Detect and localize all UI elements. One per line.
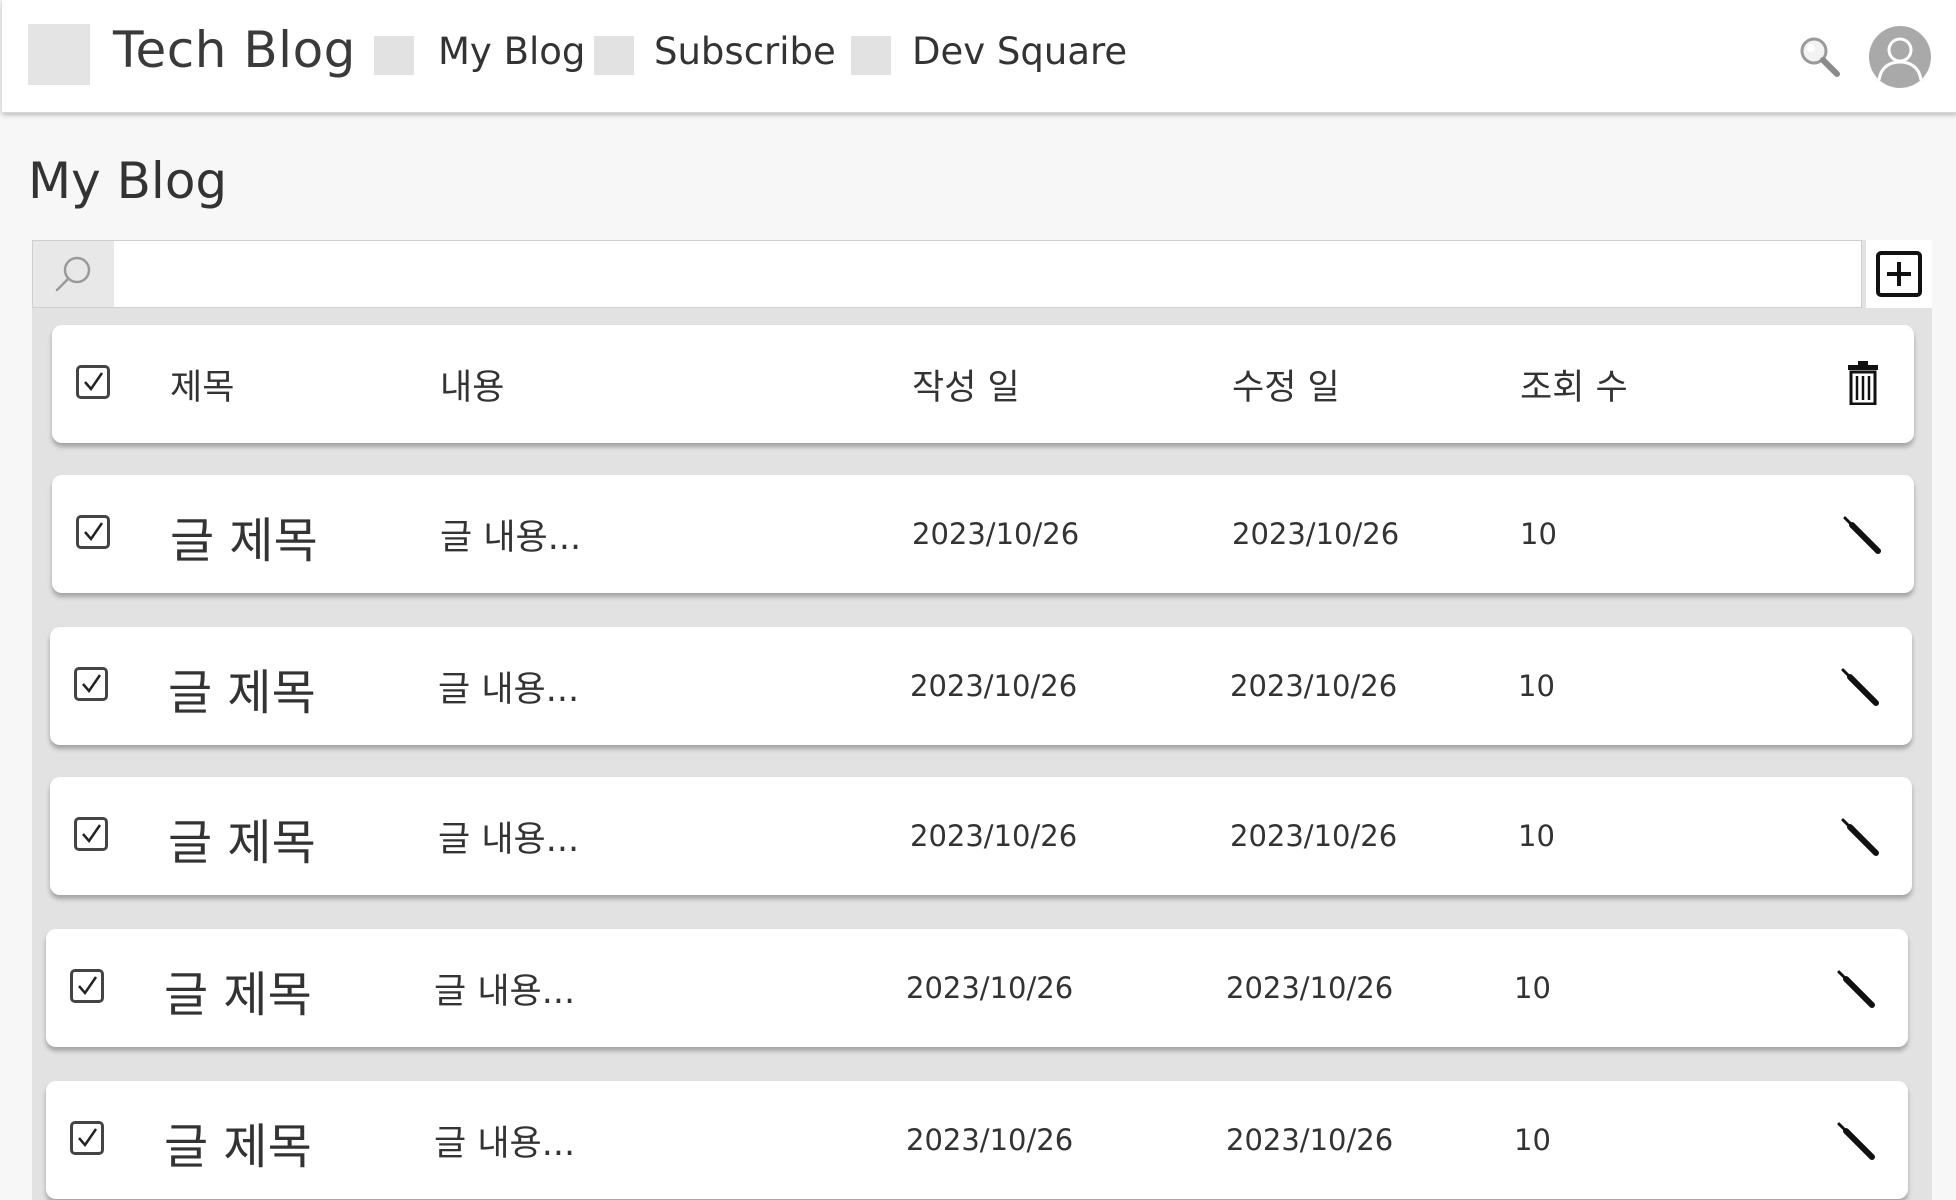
pencil-icon[interactable]	[1836, 969, 1876, 1009]
table-row[interactable]: 글 제목 글 내용... 2023/10/26 2023/10/26 10	[46, 929, 1908, 1047]
post-created-date: 2023/10/26	[910, 819, 1078, 853]
nav-icon-my-blog[interactable]	[374, 36, 414, 75]
nav-icon-subscribe[interactable]	[594, 36, 634, 75]
brand-title[interactable]: Tech Blog	[113, 21, 356, 79]
search-icon	[55, 256, 90, 292]
post-modified-date: 2023/10/26	[1226, 971, 1394, 1005]
column-header-title[interactable]: 제목	[170, 359, 234, 410]
post-views: 10	[1518, 669, 1555, 703]
post-modified-date: 2023/10/26	[1226, 1123, 1394, 1157]
top-header: Tech Blog My Blog Subscribe Dev Square	[2, 0, 1956, 113]
post-content: 글 내용...	[440, 518, 582, 558]
nav-icon-dev-square[interactable]	[851, 36, 891, 75]
post-title[interactable]: 글 제목	[164, 1107, 312, 1177]
column-header-content[interactable]: 내용	[440, 359, 504, 410]
post-created-date: 2023/10/26	[906, 1123, 1074, 1157]
post-title[interactable]: 글 제목	[164, 955, 312, 1025]
row-checkbox[interactable]	[70, 1121, 104, 1155]
select-all-checkbox[interactable]	[76, 365, 110, 399]
table-row[interactable]: 글 제목 글 내용... 2023/10/26 2023/10/26 10	[52, 475, 1914, 593]
post-views: 10	[1518, 819, 1555, 853]
table-row[interactable]: 글 제목 글 내용... 2023/10/26 2023/10/26 10	[50, 627, 1912, 745]
search-input[interactable]	[114, 241, 1860, 307]
search-bar	[32, 240, 1862, 308]
post-modified-date: 2023/10/26	[1232, 517, 1400, 551]
column-header-views[interactable]: 조회 수	[1520, 359, 1628, 410]
table-row[interactable]: 글 제목 글 내용... 2023/10/26 2023/10/26 10	[50, 777, 1912, 895]
post-content: 글 내용...	[438, 670, 580, 710]
post-title[interactable]: 글 제목	[170, 501, 318, 571]
nav-item-my-blog[interactable]: My Blog	[438, 30, 585, 73]
row-checkbox[interactable]	[76, 515, 110, 549]
table-row[interactable]: 글 제목 글 내용... 2023/10/26 2023/10/26 10	[46, 1081, 1908, 1199]
post-created-date: 2023/10/26	[912, 517, 1080, 551]
pencil-icon[interactable]	[1842, 515, 1882, 555]
post-created-date: 2023/10/26	[910, 669, 1078, 703]
column-header-modified[interactable]: 수정 일	[1232, 359, 1340, 410]
post-content: 글 내용...	[438, 820, 580, 860]
nav-item-dev-square[interactable]: Dev Square	[912, 30, 1127, 73]
add-post-button[interactable]	[1866, 240, 1932, 308]
post-title[interactable]: 글 제목	[168, 653, 316, 723]
pencil-icon[interactable]	[1840, 667, 1880, 707]
row-checkbox[interactable]	[74, 667, 108, 701]
post-modified-date: 2023/10/26	[1230, 819, 1398, 853]
post-title[interactable]: 글 제목	[168, 803, 316, 873]
search-icon[interactable]	[1797, 34, 1841, 78]
nav-item-subscribe[interactable]: Subscribe	[654, 30, 836, 73]
row-checkbox[interactable]	[74, 817, 108, 851]
post-content: 글 내용...	[434, 1124, 576, 1164]
user-avatar-icon[interactable]	[1869, 26, 1931, 88]
post-views: 10	[1514, 971, 1551, 1005]
row-checkbox[interactable]	[70, 969, 104, 1003]
logo-image[interactable]	[28, 24, 90, 85]
page-title: My Blog	[28, 152, 228, 210]
search-button[interactable]	[33, 241, 114, 307]
table-header-row: 제목 내용 작성 일 수정 일 조회 수	[52, 325, 1914, 443]
post-created-date: 2023/10/26	[906, 971, 1074, 1005]
post-views: 10	[1520, 517, 1557, 551]
plus-square-icon	[1876, 251, 1922, 297]
column-header-created[interactable]: 작성 일	[912, 359, 1020, 410]
pencil-icon[interactable]	[1836, 1121, 1876, 1161]
post-views: 10	[1514, 1123, 1551, 1157]
pencil-icon[interactable]	[1840, 817, 1880, 857]
post-content: 글 내용...	[434, 972, 576, 1012]
trash-icon[interactable]	[1846, 361, 1880, 405]
post-modified-date: 2023/10/26	[1230, 669, 1398, 703]
